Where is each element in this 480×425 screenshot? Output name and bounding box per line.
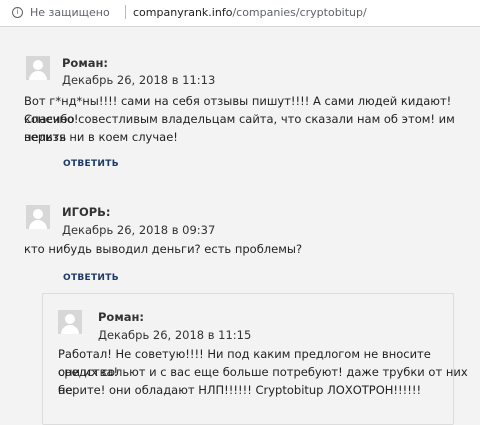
comment-text-line: кто нибудь выводил деньги? есть проблемы… bbox=[24, 242, 303, 256]
divider bbox=[125, 5, 126, 19]
url-domain: companyrank.info bbox=[133, 6, 233, 19]
reply-button[interactable]: ОТВЕТИТЬ bbox=[63, 273, 119, 283]
comment-date[interactable]: Декабрь 26, 2018 в 11:13 bbox=[62, 73, 215, 87]
avatar bbox=[26, 205, 50, 229]
comment-author: Роман: bbox=[62, 56, 109, 70]
address-bar[interactable]: i Не защищено companyrank.info/companies… bbox=[0, 0, 480, 27]
url-field[interactable]: companyrank.info/companies/cryptobitup/ bbox=[133, 6, 367, 19]
info-icon[interactable]: i bbox=[12, 7, 23, 18]
comment-author: Роман: bbox=[98, 310, 145, 324]
reply-button[interactable]: ОТВЕТИТЬ bbox=[63, 159, 119, 169]
avatar bbox=[58, 310, 82, 334]
comment-text-line: берите! они обладают НЛП!!!!!! Cryptobit… bbox=[58, 383, 422, 397]
comment-date[interactable]: Декабрь 26, 2018 в 09:37 bbox=[62, 223, 215, 237]
url-path: /companies/cryptobitup/ bbox=[232, 6, 367, 19]
security-status[interactable]: Не защищено bbox=[30, 6, 110, 19]
comment-text-line: нельзя ни в коем случае! bbox=[24, 130, 178, 144]
avatar bbox=[26, 56, 50, 80]
comment-date[interactable]: Декабрь 26, 2018 в 11:15 bbox=[98, 328, 251, 342]
comment-author: ИГОРЬ: bbox=[62, 205, 111, 219]
